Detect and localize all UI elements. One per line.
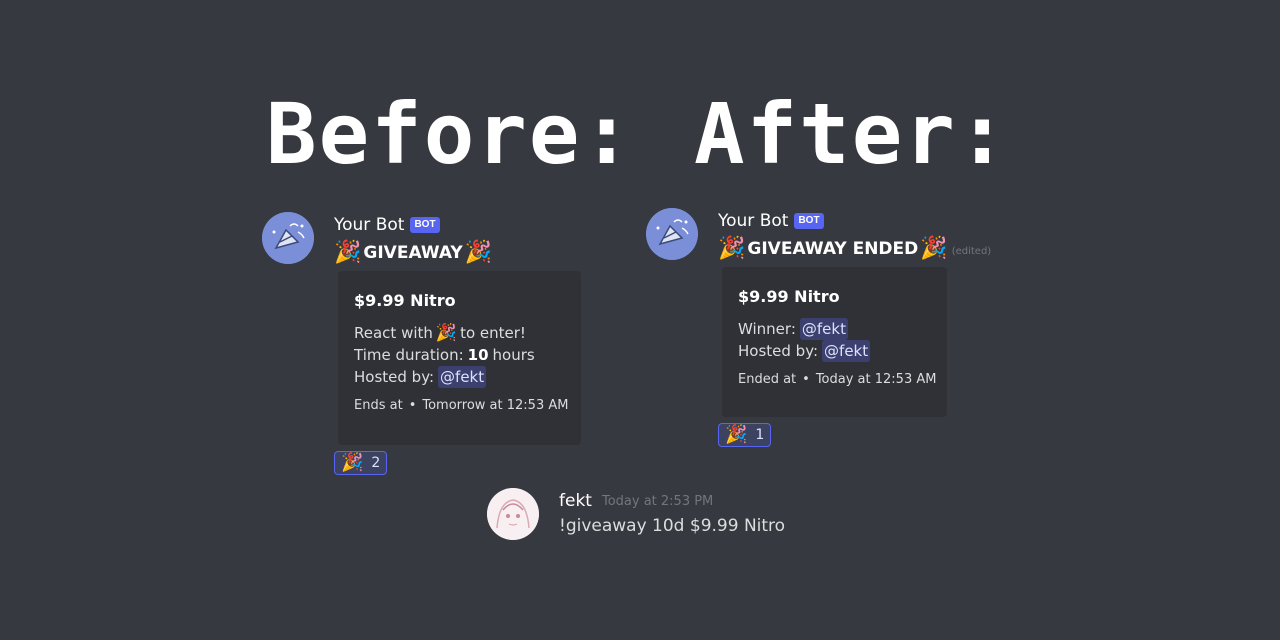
embed-line-host: Hosted by: @fekt bbox=[738, 340, 871, 362]
anime-avatar-icon bbox=[487, 488, 539, 540]
giveaway-embed: $9.99 Nitro Winner: @fekt Hosted by: @fe… bbox=[722, 267, 947, 417]
party-popper-icon: 🎉 bbox=[725, 424, 748, 445]
user-mention[interactable]: @fekt bbox=[799, 318, 848, 340]
bot-avatar[interactable] bbox=[646, 208, 698, 260]
party-popper-icon: 🎉 bbox=[718, 236, 746, 261]
reaction-count: 1 bbox=[755, 427, 765, 443]
user-mention[interactable]: @fekt bbox=[438, 366, 487, 388]
reaction-count: 2 bbox=[371, 455, 381, 471]
reaction-button[interactable]: 🎉 1 bbox=[718, 423, 772, 447]
embed-title: $9.99 Nitro bbox=[354, 291, 456, 310]
embed-footer: Ended at • Today at 12:53 AM bbox=[738, 372, 937, 387]
party-popper-icon: 🎉 bbox=[464, 240, 493, 265]
party-popper-avatar-icon bbox=[262, 212, 314, 264]
party-popper-avatar-icon bbox=[646, 208, 698, 260]
user-mention[interactable]: @fekt bbox=[822, 340, 871, 362]
user-username[interactable]: fekt bbox=[559, 491, 592, 511]
embed-title: $9.99 Nitro bbox=[738, 287, 840, 306]
bot-tag: BOT bbox=[410, 217, 440, 233]
embed-line-react: React with 🎉 to enter! bbox=[354, 322, 526, 343]
reaction-button[interactable]: 🎉 2 bbox=[334, 451, 388, 475]
giveaway-embed: $9.99 Nitro React with 🎉 to enter! Time … bbox=[338, 271, 581, 445]
bot-username[interactable]: Your Bot bbox=[718, 211, 788, 231]
embed-line-host: Hosted by: @fekt bbox=[354, 366, 487, 388]
party-popper-icon: 🎉 bbox=[920, 236, 948, 261]
user-avatar[interactable] bbox=[487, 488, 539, 540]
before-heading: Before: bbox=[266, 85, 635, 183]
giveaway-ended-title: GIVEAWAY ENDED bbox=[747, 239, 919, 259]
embed-footer: Ends at • Tomorrow at 12:53 AM bbox=[354, 398, 569, 413]
party-popper-icon: 🎉 bbox=[435, 322, 458, 343]
embed-line-winner: Winner: @fekt bbox=[738, 318, 848, 340]
after-heading: After: bbox=[694, 85, 1010, 183]
giveaway-title: GIVEAWAY bbox=[363, 243, 463, 263]
embed-line-duration: Time duration: 10 hours bbox=[354, 346, 535, 364]
bot-tag: BOT bbox=[794, 213, 824, 229]
bot-username[interactable]: Your Bot bbox=[334, 215, 404, 235]
bot-avatar[interactable] bbox=[262, 212, 314, 264]
message-content: !giveaway 10d $9.99 Nitro bbox=[559, 516, 786, 536]
party-popper-icon: 🎉 bbox=[341, 452, 364, 473]
party-popper-icon: 🎉 bbox=[334, 240, 362, 265]
message-timestamp: Today at 2:53 PM bbox=[601, 493, 714, 509]
edited-label: (edited) bbox=[951, 245, 992, 257]
